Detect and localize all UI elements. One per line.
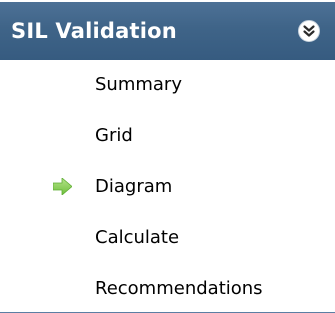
sil-validation-panel: SIL Validation Summary Grid Diagram Calc… bbox=[0, 0, 335, 313]
panel-title: SIL Validation bbox=[11, 19, 177, 43]
menu-item-label[interactable]: Diagram bbox=[95, 175, 172, 199]
menu-item-grid[interactable]: Grid bbox=[0, 111, 335, 162]
menu-item-label[interactable]: Calculate bbox=[95, 226, 179, 250]
menu-item-recommendations[interactable]: Recommendations bbox=[0, 264, 335, 313]
menu-item-summary[interactable]: Summary bbox=[0, 60, 335, 111]
collapse-button[interactable] bbox=[298, 20, 320, 42]
menu-item-calculate[interactable]: Calculate bbox=[0, 213, 335, 264]
menu-item-label[interactable]: Grid bbox=[95, 124, 133, 148]
sil-validation-menu: Summary Grid Diagram Calculate Recommend… bbox=[0, 60, 335, 313]
menu-item-label[interactable]: Recommendations bbox=[95, 277, 263, 301]
panel-header[interactable]: SIL Validation bbox=[0, 2, 335, 60]
menu-item-diagram[interactable]: Diagram bbox=[0, 162, 335, 213]
menu-item-label[interactable]: Summary bbox=[95, 73, 182, 97]
green-arrow-right-icon bbox=[53, 178, 72, 195]
double-chevron-down-icon bbox=[303, 25, 315, 37]
